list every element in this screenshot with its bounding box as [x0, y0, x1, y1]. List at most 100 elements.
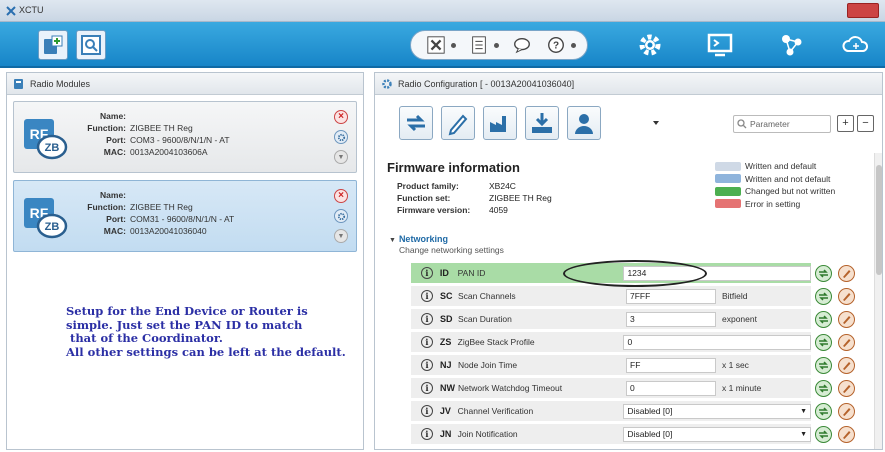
- setting-row-sc: i SC Scan Channels 7FFF Bitfield: [411, 286, 811, 307]
- collapse-all-button[interactable]: −: [857, 115, 874, 132]
- radio-module-card-selected[interactable]: RF ZB Name: Function: ZIGBEE TH Reg Port:…: [13, 180, 357, 252]
- setting-actions-sc: [815, 288, 855, 305]
- load-module-button[interactable]: [334, 130, 348, 144]
- add-device-button[interactable]: [38, 30, 68, 60]
- read-setting-button[interactable]: [815, 288, 832, 305]
- title-bar: XCTU: [0, 0, 885, 22]
- profile-button[interactable]: [567, 106, 601, 140]
- zigbee-stack-profile-input[interactable]: 0: [623, 334, 812, 350]
- tools-button[interactable]: [425, 34, 447, 56]
- setting-row-jv: i JV Channel Verification Disabled [0] ▼: [411, 401, 812, 422]
- write-setting-button[interactable]: [838, 403, 855, 420]
- node-join-time-input[interactable]: FF: [626, 357, 716, 373]
- info-icon[interactable]: i: [421, 290, 433, 302]
- discover-devices-button[interactable]: [76, 30, 106, 60]
- info-icon[interactable]: i: [421, 267, 433, 279]
- module-properties: Name: Function: ZIGBEE TH Reg Port: COM3 -…: [78, 110, 229, 158]
- function-label: Function:: [87, 202, 126, 212]
- collapse-caret-icon: ▼: [389, 237, 396, 244]
- name-label: Name:: [100, 111, 126, 121]
- consoles-mode-button[interactable]: [704, 30, 736, 60]
- info-icon[interactable]: i: [421, 359, 433, 371]
- config-file-button[interactable]: [468, 34, 490, 56]
- radio-module-card[interactable]: RF ZB Name: Function: ZIGBEE TH Reg Port:…: [13, 101, 357, 173]
- plus-icon: +: [842, 117, 849, 129]
- feedback-button[interactable]: [511, 34, 533, 56]
- default-settings-button[interactable]: [483, 106, 517, 140]
- info-icon[interactable]: i: [421, 382, 433, 394]
- setting-unit: x 1 sec: [722, 360, 749, 370]
- function-set-label: Function set:: [397, 193, 451, 203]
- network-watchdog-timeout-input[interactable]: 0: [626, 380, 716, 396]
- mac-label: MAC:: [103, 147, 126, 157]
- info-icon[interactable]: i: [421, 405, 433, 417]
- configuration-mode-button[interactable]: [634, 30, 666, 60]
- read-setting-button[interactable]: [815, 426, 832, 443]
- section-name: Networking: [398, 234, 448, 244]
- read-settings-button[interactable]: [399, 106, 433, 140]
- info-icon[interactable]: i: [421, 313, 433, 325]
- annotation-line: that of the Coordinator.: [66, 331, 223, 345]
- pan-id-input[interactable]: 1234: [623, 265, 812, 281]
- expand-module-button[interactable]: ▼: [334, 229, 348, 243]
- setting-code: ZS: [439, 337, 452, 347]
- tools-dropdown-dot[interactable]: [451, 42, 456, 48]
- scrollbar-thumb[interactable]: [876, 165, 882, 275]
- function-set-value: ZIGBEE TH Reg: [489, 193, 552, 203]
- read-arrows-icon: [819, 292, 828, 301]
- read-setting-button[interactable]: [815, 311, 832, 328]
- read-setting-button[interactable]: [815, 403, 832, 420]
- write-setting-button[interactable]: [838, 426, 855, 443]
- legend-label: Error in setting: [745, 198, 801, 209]
- file-dropdown-dot[interactable]: [494, 42, 499, 48]
- setting-code: JN: [439, 429, 452, 439]
- radio-modules-header: Radio Modules: [7, 73, 363, 95]
- pencil-icon: [843, 431, 851, 439]
- setting-unit: Bitfield: [722, 291, 748, 301]
- help-dropdown-dot[interactable]: [571, 42, 576, 48]
- chevron-down-icon: ▼: [800, 430, 808, 438]
- window-close-button[interactable]: [847, 3, 879, 18]
- scan-channels-input[interactable]: 7FFF: [626, 288, 716, 304]
- load-module-button[interactable]: [334, 209, 348, 223]
- read-arrows-icon: [819, 269, 828, 278]
- disconnect-module-button[interactable]: ×: [334, 110, 348, 124]
- expand-module-button[interactable]: ▼: [334, 150, 348, 164]
- channel-verification-select[interactable]: Disabled [0] ▼: [623, 403, 812, 419]
- networking-section-header[interactable]: ▼ Networking Change networking settings: [389, 234, 504, 255]
- read-setting-button[interactable]: [815, 380, 832, 397]
- radio-configuration-title: Radio Configuration [ - 0013A20041036040…: [398, 78, 575, 89]
- write-setting-button[interactable]: [838, 334, 855, 351]
- setting-code: NW: [440, 383, 455, 393]
- info-icon[interactable]: i: [421, 428, 433, 440]
- read-setting-button[interactable]: [815, 357, 832, 374]
- expand-all-button[interactable]: +: [837, 115, 854, 132]
- write-settings-button[interactable]: [441, 106, 475, 140]
- product-family-label: Product family:: [397, 181, 459, 191]
- write-setting-button[interactable]: [838, 265, 855, 282]
- network-mode-button[interactable]: [776, 30, 808, 60]
- disconnect-module-button[interactable]: ×: [334, 189, 348, 203]
- write-setting-button[interactable]: [838, 357, 855, 374]
- radio-configuration-header: Radio Configuration [ - 0013A20041036040…: [375, 73, 882, 95]
- profile-dropdown-caret[interactable]: [653, 121, 659, 125]
- write-setting-button[interactable]: [838, 380, 855, 397]
- settings-scrollbar[interactable]: [874, 153, 882, 449]
- legend-label: Written and not default: [745, 173, 831, 184]
- firmware-info: Product family: XB24C Function set: ZIGBEE…: [397, 180, 552, 216]
- document-icon: [472, 36, 486, 54]
- write-setting-button[interactable]: [838, 311, 855, 328]
- firmware-update-icon: [532, 113, 552, 133]
- scan-duration-input[interactable]: 3: [626, 311, 716, 327]
- read-setting-button[interactable]: [815, 334, 832, 351]
- setting-actions-sd: [815, 311, 855, 328]
- update-firmware-button[interactable]: [525, 106, 559, 140]
- cloud-button[interactable]: [840, 30, 872, 60]
- read-setting-button[interactable]: [815, 265, 832, 282]
- parameter-search-input[interactable]: Parameter: [733, 115, 831, 133]
- info-icon[interactable]: i: [421, 336, 433, 348]
- join-notification-select[interactable]: Disabled [0] ▼: [623, 426, 812, 442]
- device-icon-zb-text: ZB: [45, 142, 60, 154]
- help-button[interactable]: ?: [545, 34, 567, 56]
- write-setting-button[interactable]: [838, 288, 855, 305]
